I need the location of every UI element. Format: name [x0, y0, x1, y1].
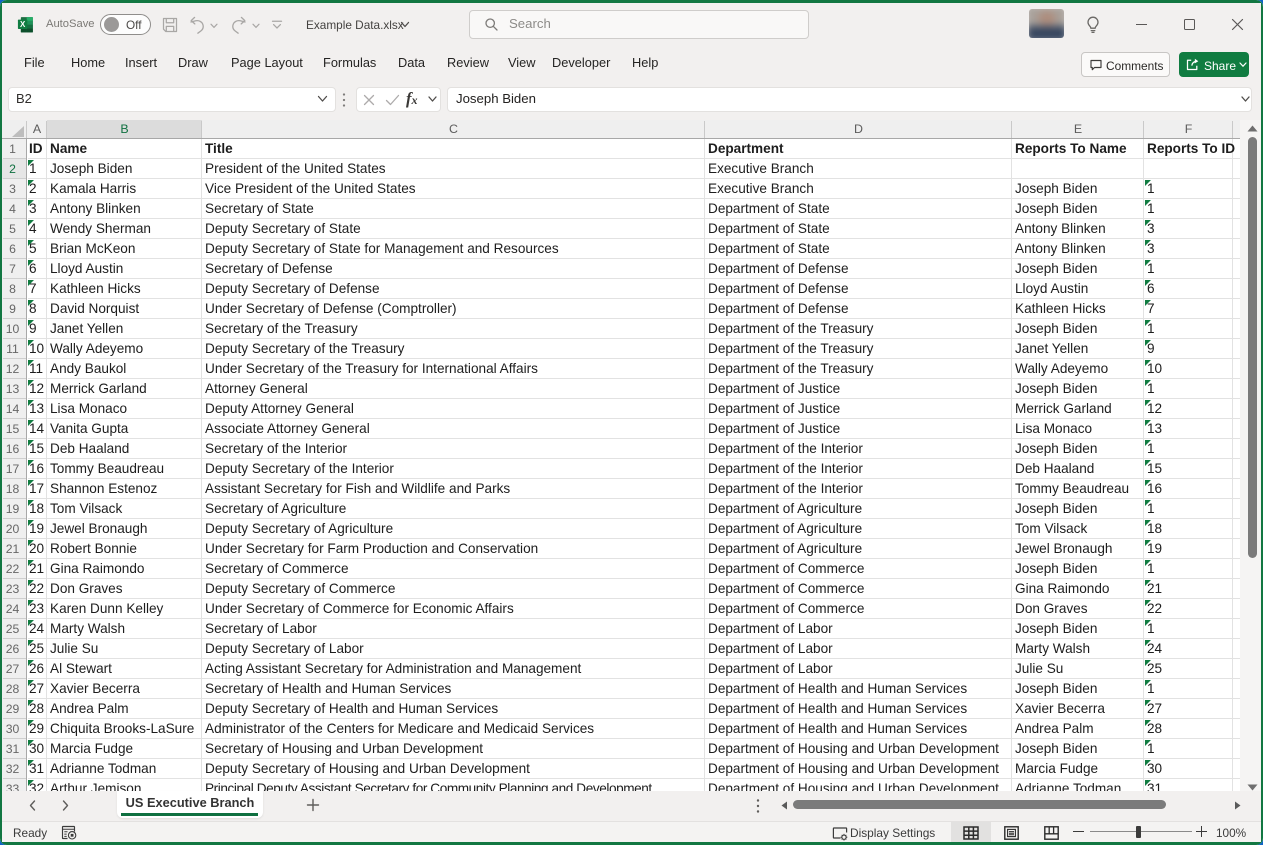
svg-text:X: X	[19, 20, 25, 29]
